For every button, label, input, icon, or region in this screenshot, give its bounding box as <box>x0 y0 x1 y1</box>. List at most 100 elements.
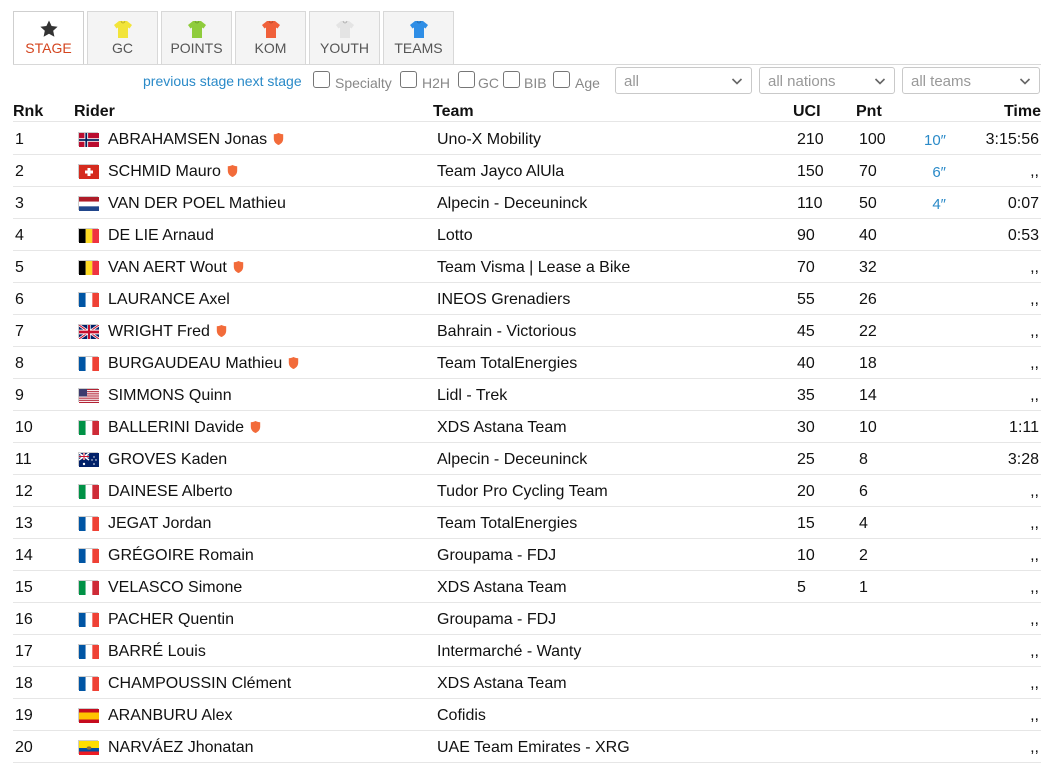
team-link[interactable]: Team Jayco AlUla <box>437 163 564 181</box>
rider-link[interactable]: VAN DER POEL Mathieu <box>108 195 286 213</box>
table-row[interactable]: 14 GRÉGOIRE Romain Groupama - FDJ 10 2,, <box>13 539 1041 571</box>
rider-link[interactable]: LAURANCE Axel <box>108 291 230 309</box>
table-row[interactable]: 9 SIMMONS Quinn Lidl - Trek 35 14,, <box>13 379 1041 411</box>
bonus-seconds: 6″ <box>932 164 946 181</box>
next-stage-link[interactable]: next stage <box>237 73 302 89</box>
rider-link[interactable]: SCHMID Mauro <box>108 163 238 181</box>
table-row[interactable]: 3 VAN DER POEL Mathieu Alpecin - Deceuninc… <box>13 187 1041 219</box>
tab-gc[interactable]: GC <box>87 11 158 64</box>
rider-name: GRÉGOIRE Romain <box>108 547 254 564</box>
team-select[interactable]: all teams <box>902 67 1040 94</box>
rider-name: GROVES Kaden <box>108 451 228 468</box>
time-cell: ,, <box>1030 579 1039 596</box>
checkbox-bib[interactable] <box>503 71 520 88</box>
team-link[interactable]: XDS Astana Team <box>437 675 567 693</box>
rider-link[interactable]: GROVES Kaden <box>108 451 227 469</box>
team-link[interactable]: UAE Team Emirates - XRG <box>437 739 630 757</box>
team-link[interactable]: Tudor Pro Cycling Team <box>437 483 608 501</box>
flag-icon-fr <box>78 516 99 531</box>
uci-points-cell: 15 <box>797 515 815 532</box>
team-link[interactable]: Groupama - FDJ <box>437 547 556 565</box>
nation-select[interactable]: all nations <box>759 67 895 94</box>
team-link[interactable]: Alpecin - Deceuninck <box>437 195 587 213</box>
rider-link[interactable]: JEGAT Jordan <box>108 515 211 533</box>
tab-points[interactable]: POINTS <box>161 11 232 64</box>
table-row[interactable]: 16 PACHER Quentin Groupama - FDJ,, <box>13 603 1041 635</box>
checkbox-age[interactable] <box>553 71 570 88</box>
team-link[interactable]: Groupama - FDJ <box>437 611 556 629</box>
time-cell: ,, <box>1030 611 1039 628</box>
checkbox-h2h[interactable] <box>400 71 417 88</box>
chevron-down-icon <box>731 74 743 86</box>
table-row[interactable]: 17 BARRÉ Louis Intermarché - Wanty,, <box>13 635 1041 667</box>
rider-link[interactable]: ARANBURU Alex <box>108 707 232 725</box>
rider-link[interactable]: CHAMPOUSSIN Clément <box>108 675 291 693</box>
team-link[interactable]: Team TotalEnergies <box>437 515 577 533</box>
table-row[interactable]: 6 LAURANCE Axel INEOS Grenadiers 55 26,, <box>13 283 1041 315</box>
rider-name: SCHMID Mauro <box>108 163 221 180</box>
team-link[interactable]: Lidl - Trek <box>437 387 507 405</box>
rank-cell: 13 <box>15 515 33 532</box>
tab-label: GC <box>112 40 133 56</box>
points-cell: 4 <box>859 515 868 532</box>
checkbox-specialty[interactable] <box>313 71 330 88</box>
tab-teams[interactable]: TEAMS <box>383 11 454 64</box>
team-link[interactable]: Team Visma | Lease a Bike <box>437 259 630 277</box>
team-link[interactable]: Bahrain - Victorious <box>437 323 576 341</box>
checkbox-gc[interactable] <box>458 71 475 88</box>
table-row[interactable]: 1 ABRAHAMSEN Jonas Uno-X Mobility 210 100 10″… <box>13 123 1041 155</box>
rider-link[interactable]: BURGAUDEAU Mathieu <box>108 355 299 373</box>
rider-link[interactable]: BARRÉ Louis <box>108 643 206 661</box>
team-link[interactable]: Team TotalEnergies <box>437 355 577 373</box>
table-row[interactable]: 10 BALLERINI Davide XDS Astana Team 30 10 1:1… <box>13 411 1041 443</box>
header-time: Time <box>1003 103 1041 120</box>
rider-link[interactable]: SIMMONS Quinn <box>108 387 232 405</box>
table-row[interactable]: 18 CHAMPOUSSIN Clément XDS Astana Team,, <box>13 667 1041 699</box>
team-link[interactable]: Lotto <box>437 227 473 245</box>
rider-link[interactable]: WRIGHT Fred <box>108 323 227 341</box>
table-row[interactable]: 8 BURGAUDEAU Mathieu Team TotalEnergies 40 1… <box>13 347 1041 379</box>
table-row[interactable]: 4 DE LIE Arnaud Lotto 90 40 0:53 <box>13 219 1041 251</box>
tab-stage[interactable]: STAGE <box>13 11 84 65</box>
rider-name: BURGAUDEAU Mathieu <box>108 355 283 372</box>
tab-youth[interactable]: YOUTH <box>309 11 380 64</box>
points-cell: 10 <box>859 419 877 436</box>
team-link[interactable]: Cofidis <box>437 707 486 725</box>
flag-icon-fr <box>78 644 99 659</box>
rider-link[interactable]: NARVÁEZ Jhonatan <box>108 739 254 757</box>
tab-label: YOUTH <box>320 40 369 56</box>
table-row[interactable]: 12 DAINESE Alberto Tudor Pro Cycling Team 2… <box>13 475 1041 507</box>
table-row[interactable]: 2 SCHMID Mauro Team Jayco AlUla 150 70 6″,, <box>13 155 1041 187</box>
table-row[interactable]: 11 GROVES Kaden Alpecin - Deceuninck 25 8 3:2… <box>13 443 1041 475</box>
checkbox-label-gc: GC <box>478 75 499 91</box>
rider-link[interactable]: PACHER Quentin <box>108 611 234 629</box>
rider-name: DAINESE Alberto <box>108 483 233 500</box>
rider-link[interactable]: DE LIE Arnaud <box>108 227 214 245</box>
rider-link[interactable]: VAN AERT Wout <box>108 259 244 277</box>
rider-link[interactable]: VELASCO Simone <box>108 579 242 597</box>
table-row[interactable]: 15 VELASCO Simone XDS Astana Team 5 1,, <box>13 571 1041 603</box>
team-link[interactable]: Uno-X Mobility <box>437 131 541 149</box>
table-row[interactable]: 13 JEGAT Jordan Team TotalEnergies 15 4,, <box>13 507 1041 539</box>
rider-name: NARVÁEZ Jhonatan <box>108 739 254 756</box>
team-link[interactable]: Alpecin - Deceuninck <box>437 451 587 469</box>
team-link[interactable]: XDS Astana Team <box>437 419 567 437</box>
table-row[interactable]: 20 NARVÁEZ Jhonatan UAE Team Emirates - XR… <box>13 731 1041 763</box>
team-link[interactable]: INEOS Grenadiers <box>437 291 570 309</box>
table-row[interactable]: 5 VAN AERT Wout Team Visma | Lease a Bike 7… <box>13 251 1041 283</box>
points-cell: 14 <box>859 387 877 404</box>
previous-stage-link[interactable]: previous stage <box>143 73 234 89</box>
team-link[interactable]: Intermarché - Wanty <box>437 643 581 661</box>
rank-cell: 1 <box>15 131 24 148</box>
tab-kom[interactable]: KOM <box>235 11 306 64</box>
rider-link[interactable]: BALLERINI Davide <box>108 419 261 437</box>
rider-link[interactable]: GRÉGOIRE Romain <box>108 547 254 565</box>
uci-points-cell: 110 <box>797 195 823 212</box>
filter-select[interactable]: all <box>615 67 752 94</box>
table-row[interactable]: 19 ARANBURU Alex Cofidis,, <box>13 699 1041 731</box>
table-row[interactable]: 7 WRIGHT Fred Bahrain - Victorious 45 22,, <box>13 315 1041 347</box>
rider-link[interactable]: DAINESE Alberto <box>108 483 233 501</box>
team-link[interactable]: XDS Astana Team <box>437 579 567 597</box>
points-cell: 1 <box>859 579 868 596</box>
rider-link[interactable]: ABRAHAMSEN Jonas <box>108 131 284 149</box>
